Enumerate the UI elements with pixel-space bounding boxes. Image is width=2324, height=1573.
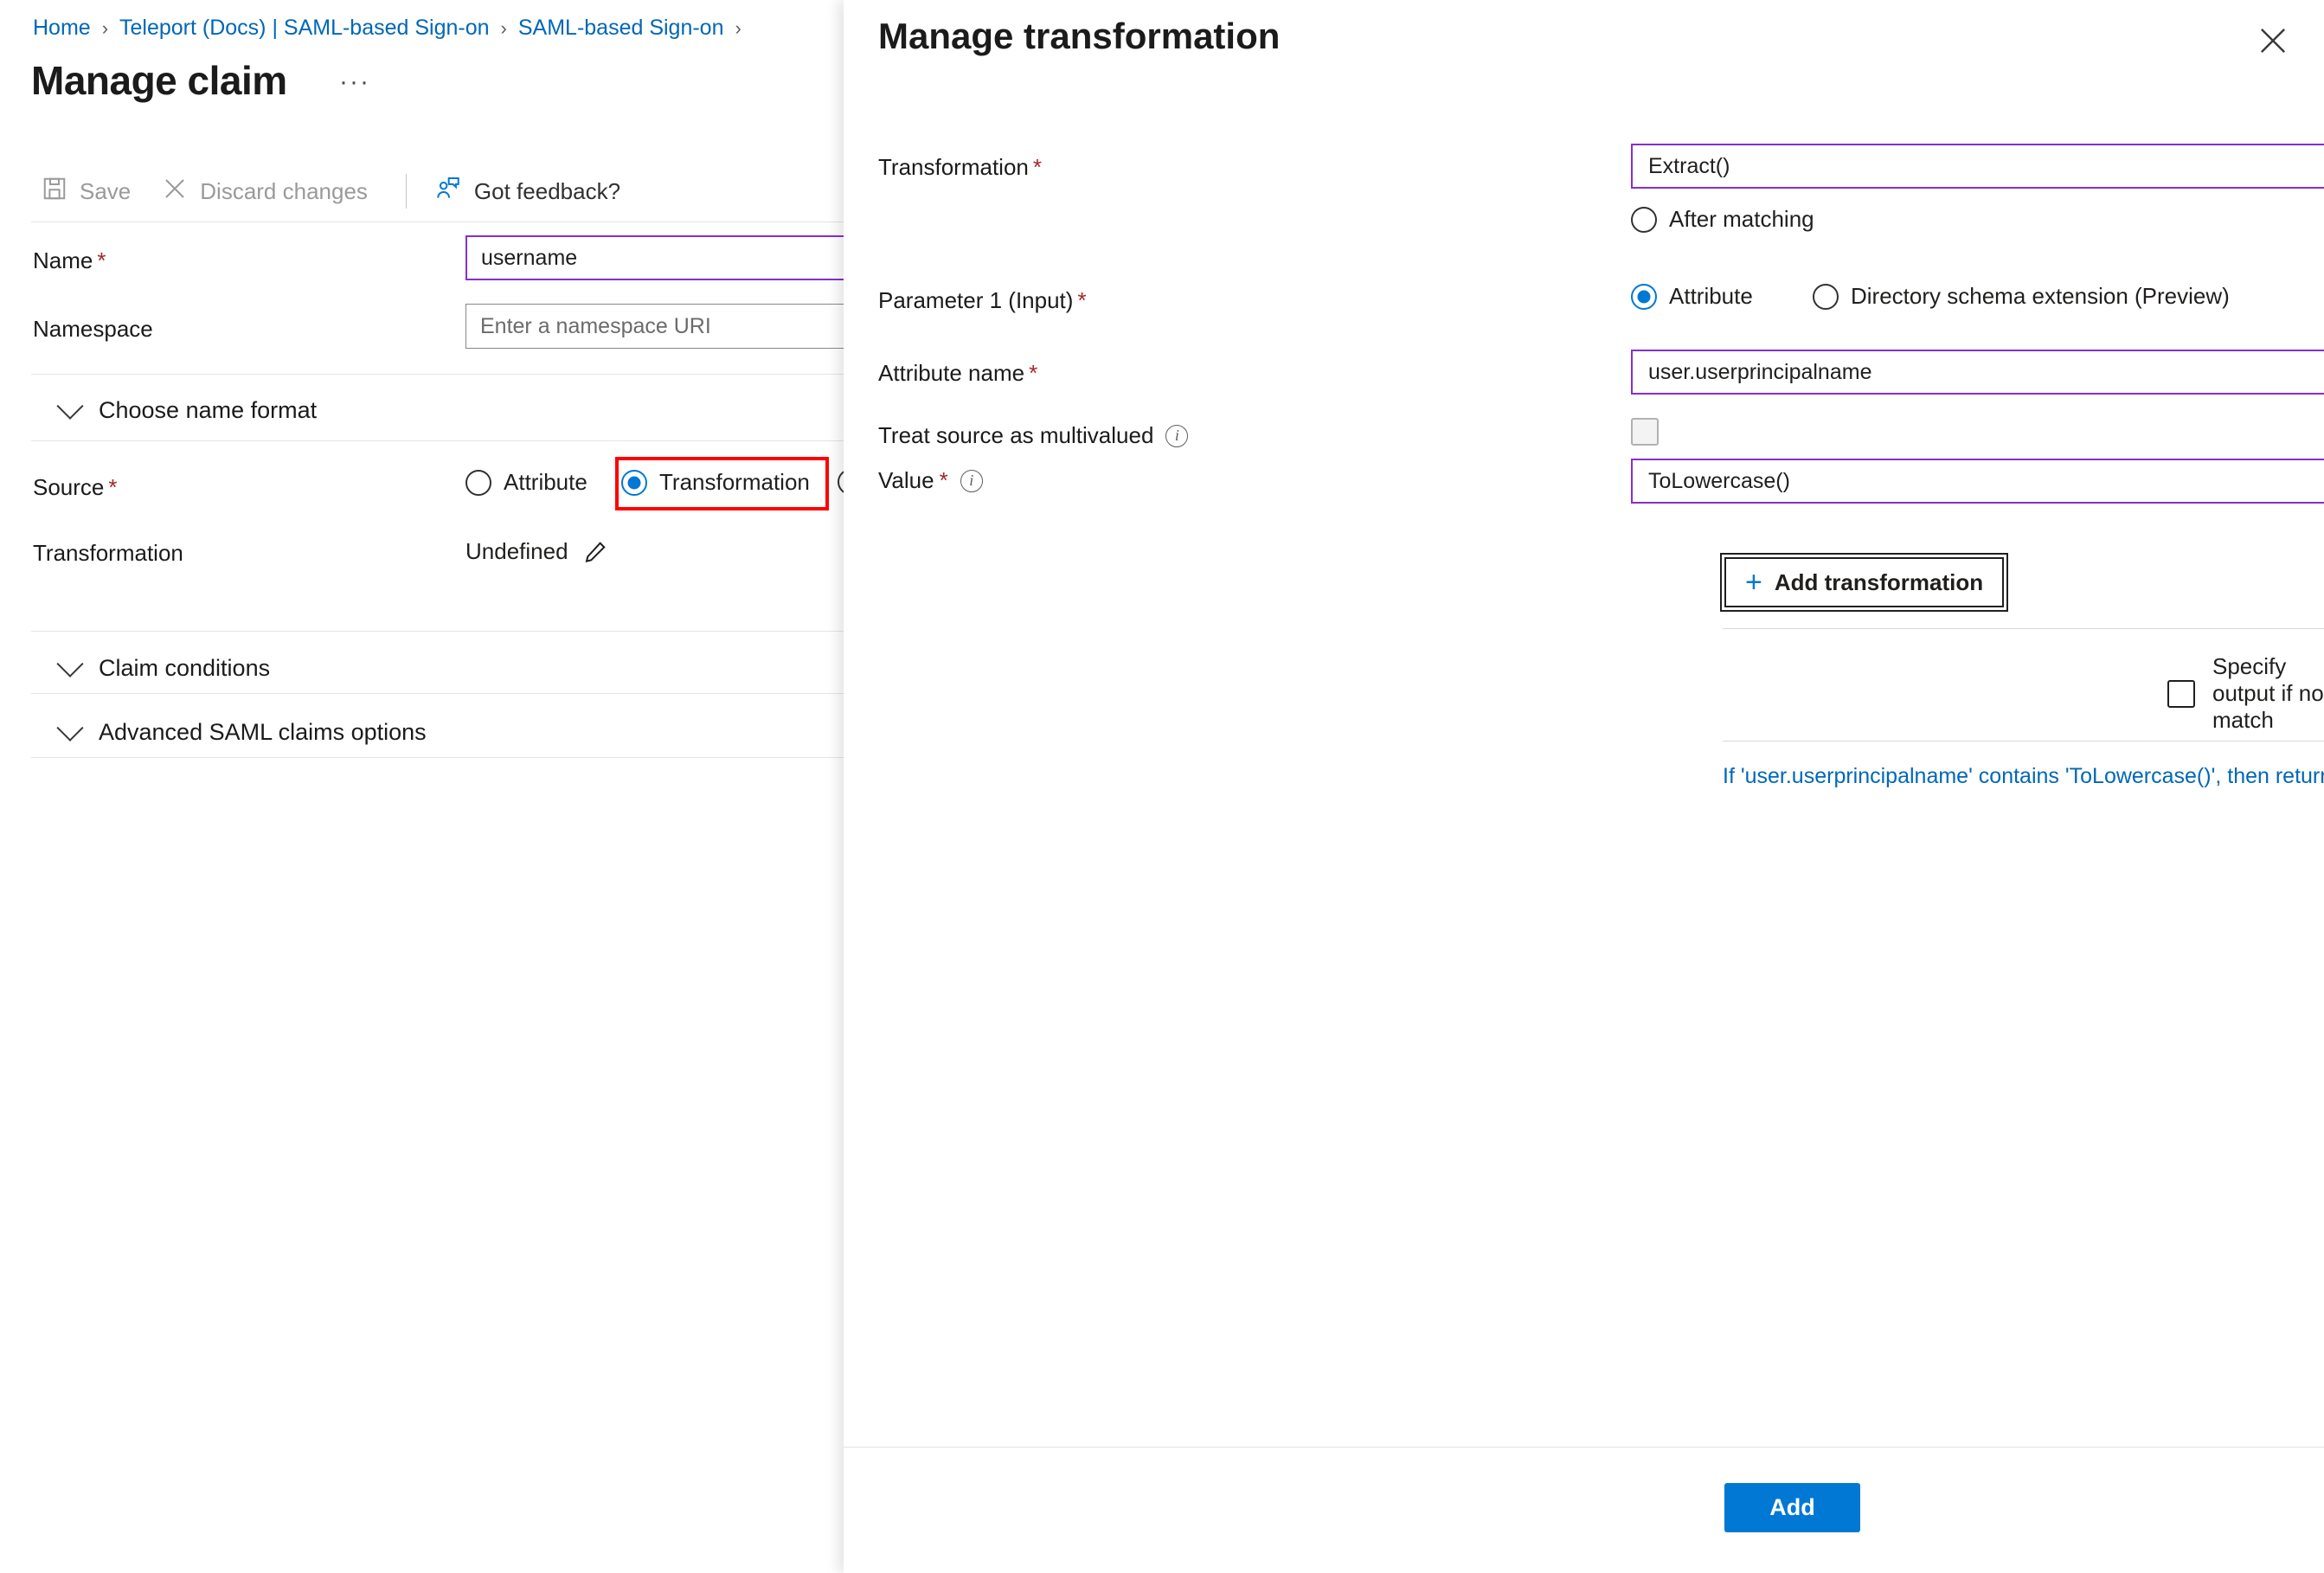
required-asterisk: *: [108, 474, 118, 500]
breadcrumb-item-saml-sign-on[interactable]: SAML-based Sign-on: [518, 16, 724, 41]
value-input-value: ToLowercase(): [1648, 468, 1790, 493]
transformation-hint-text: If 'user.userprincipalname' contains 'To…: [1723, 764, 2324, 788]
source-radio-attribute[interactable]: Attribute: [465, 469, 587, 496]
add-transformation-label: Add transformation: [1774, 568, 1984, 595]
section-choose-name-format[interactable]: Choose name format: [56, 392, 318, 424]
info-icon[interactable]: i: [960, 469, 983, 492]
breadcrumb: Home › Teleport (Docs) | SAML-based Sign…: [33, 16, 753, 41]
name-input[interactable]: username: [465, 235, 844, 280]
radio-after-matching-label: After matching: [1669, 206, 1814, 232]
required-asterisk: *: [1029, 360, 1038, 386]
page-title: Manage claim: [31, 58, 287, 103]
transformation-field-label: Transformation: [33, 540, 183, 566]
checkbox-icon: [1631, 418, 1659, 446]
specify-output-checkbox-row[interactable]: Specify output if no match: [2167, 653, 2324, 734]
panel-transformation-label: Transformation *: [878, 154, 1042, 180]
annotation-highlight-box: [615, 457, 829, 510]
treat-source-multivalued-label: Treat source as multivalued i: [878, 422, 1189, 449]
panel-title: Manage transformation: [878, 16, 1281, 56]
radio-parameter1-attribute[interactable]: Attribute: [1631, 283, 1753, 310]
feedback-person-icon: [434, 175, 462, 209]
section-claim-conditions[interactable]: Claim conditions: [56, 650, 271, 682]
toolbar-divider: [405, 174, 407, 209]
edit-pencil-icon[interactable]: [582, 539, 608, 565]
transformation-value-row[interactable]: Undefined: [465, 538, 608, 565]
divider: [31, 374, 844, 375]
chevron-down-icon: [56, 714, 84, 742]
name-field-label: Name *: [33, 247, 106, 273]
namespace-field-label: Namespace: [33, 316, 153, 342]
info-icon[interactable]: i: [1165, 424, 1189, 447]
breadcrumb-item-teleport-docs[interactable]: Teleport (Docs) | SAML-based Sign-on: [119, 16, 490, 41]
radio-circle-icon: [838, 469, 844, 495]
breadcrumb-item-home[interactable]: Home: [33, 16, 91, 41]
transformation-value: Undefined: [465, 538, 568, 564]
transformation-dropdown[interactable]: Extract(): [1631, 144, 2324, 189]
value-field-label: Value * i: [878, 467, 983, 494]
manage-claim-blade: Home › Teleport (Docs) | SAML-based Sign…: [0, 0, 844, 1573]
discard-changes-button[interactable]: Discard changes: [162, 176, 368, 208]
radio-parameter1-attribute-label: Attribute: [1669, 283, 1753, 309]
add-button-label: Add: [1769, 1494, 1815, 1520]
radio-parameter1-directory-schema-extension[interactable]: Directory schema extension (Preview): [1813, 283, 2230, 310]
save-icon: [42, 176, 67, 208]
attribute-name-dropdown[interactable]: user.userprincipalname: [1631, 350, 2324, 395]
radio-circle-icon: [1813, 283, 1839, 310]
choose-name-format-label: Choose name format: [99, 397, 318, 423]
save-button[interactable]: Save: [42, 176, 131, 208]
attribute-name-label: Attribute name *: [878, 360, 1038, 386]
treat-source-multivalued-checkbox[interactable]: [1631, 418, 1659, 446]
chevron-down-icon: [56, 650, 84, 677]
radio-after-matching[interactable]: After matching: [1631, 206, 1814, 233]
specify-output-label: Specify output if no match: [2212, 653, 2324, 733]
parameter1-label: Parameter 1 (Input) *: [878, 287, 1087, 313]
more-options-icon[interactable]: ···: [339, 69, 370, 95]
radio-circle-icon: [1631, 206, 1657, 233]
command-bar: Save Discard changes Got feedback?: [0, 163, 844, 220]
source-radio-attribute-label: Attribute: [504, 469, 587, 495]
radio-circle-icon: [465, 469, 491, 496]
source-radio-third-cutoff[interactable]: [838, 469, 844, 495]
advanced-saml-label: Advanced SAML claims options: [99, 719, 427, 745]
value-input[interactable]: ToLowercase(): [1631, 459, 2324, 504]
radio-parameter1-directory-schema-extension-label: Directory schema extension (Preview): [1851, 283, 2230, 309]
close-icon[interactable]: [2255, 22, 2291, 59]
save-label: Save: [80, 177, 132, 204]
breadcrumb-separator-icon: ›: [500, 16, 507, 39]
divider: [31, 440, 844, 441]
got-feedback-label: Got feedback?: [473, 177, 621, 204]
manage-transformation-panel: Manage transformation Transformation * Ex…: [844, 0, 2324, 1573]
claim-conditions-label: Claim conditions: [99, 655, 271, 681]
radio-circle-selected-icon: [1631, 283, 1657, 310]
section-advanced-saml-claims-options[interactable]: Advanced SAML claims options: [56, 714, 427, 746]
required-asterisk: *: [939, 467, 948, 493]
required-asterisk: *: [97, 247, 106, 273]
attribute-name-value: user.userprincipalname: [1648, 359, 1872, 384]
source-field-label: Source *: [33, 474, 118, 500]
namespace-input-placeholder: Enter a namespace URI: [480, 313, 711, 338]
plus-icon: +: [1745, 566, 1762, 599]
add-transformation-button[interactable]: + Add transformation: [1719, 553, 2009, 612]
breadcrumb-separator-icon: ›: [101, 16, 109, 39]
divider: [31, 693, 844, 694]
chevron-down-icon: [56, 392, 84, 420]
divider: [1723, 628, 2324, 629]
divider: [31, 757, 844, 758]
discard-changes-label: Discard changes: [200, 177, 368, 204]
divider: [31, 631, 844, 632]
breadcrumb-separator-icon: ›: [735, 16, 741, 39]
footer-divider: [844, 1447, 2324, 1448]
portal-root: Home › Teleport (Docs) | SAML-based Sign…: [0, 0, 2324, 1573]
required-asterisk: *: [1032, 154, 1042, 180]
add-button[interactable]: Add: [1724, 1483, 1860, 1532]
close-x-icon: [162, 176, 188, 208]
transformation-dropdown-value: Extract(): [1648, 153, 1730, 178]
required-asterisk: *: [1077, 287, 1087, 313]
got-feedback-button[interactable]: Got feedback?: [434, 175, 620, 209]
name-input-value: username: [481, 245, 578, 270]
checkbox-icon: [2167, 679, 2195, 708]
namespace-input[interactable]: Enter a namespace URI: [465, 304, 844, 349]
divider: [1723, 741, 2324, 742]
